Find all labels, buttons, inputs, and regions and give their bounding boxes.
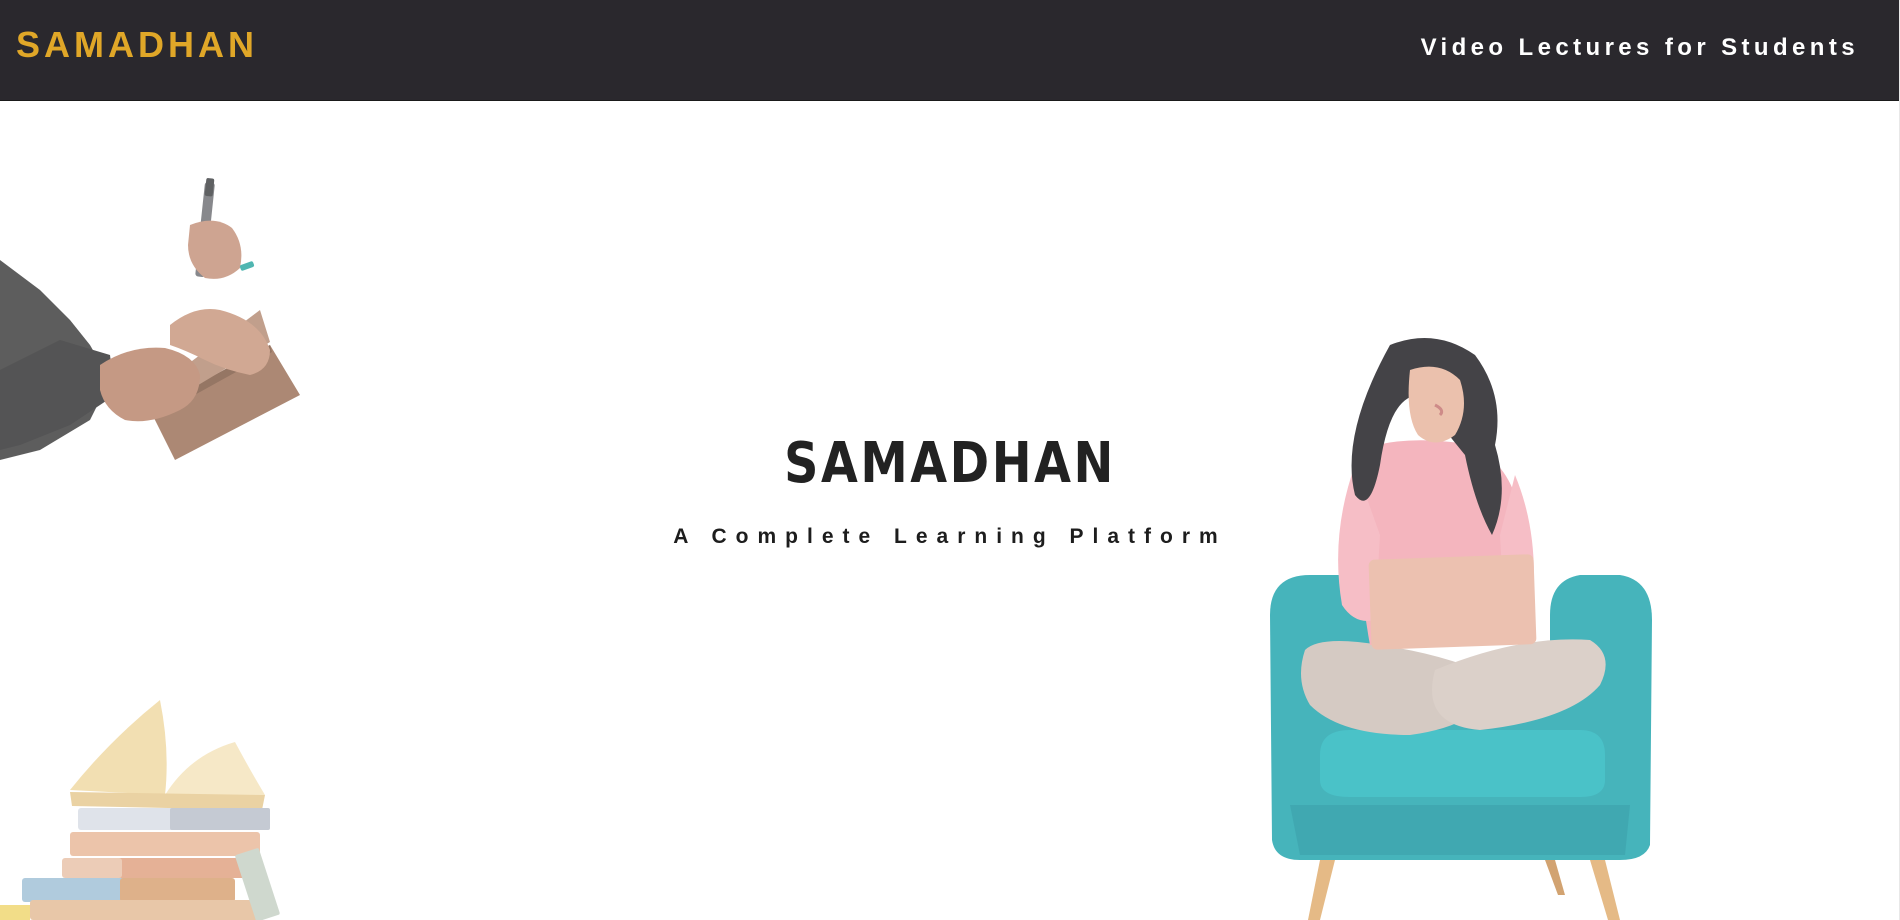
brand-logo-link[interactable]: SAMADHAN	[16, 27, 258, 63]
hero-title: SAMADHAN	[784, 430, 1116, 496]
page: SAMADHAN Video Lectures for Students SAM…	[0, 0, 1900, 920]
hero-subtitle: A Complete Learning Platform	[673, 525, 1227, 548]
hands-writing-notebook-image	[0, 178, 300, 460]
navbar: SAMADHAN Video Lectures for Students	[0, 0, 1899, 101]
student-on-armchair-with-tablet-image	[1270, 337, 1652, 920]
nav-link-video-lectures[interactable]: Video Lectures for Students	[1421, 36, 1859, 60]
book-stack-image	[0, 700, 280, 920]
